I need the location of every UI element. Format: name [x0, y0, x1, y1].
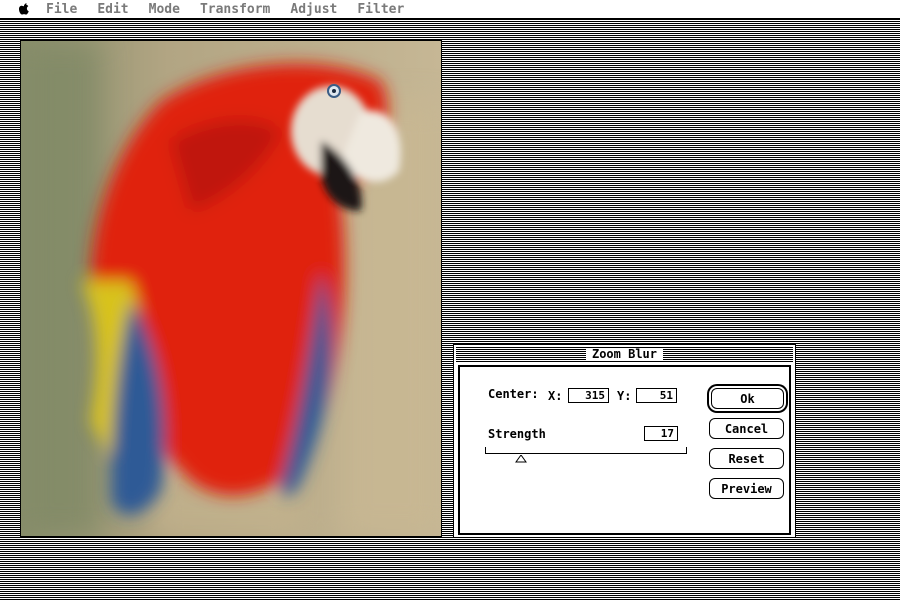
- slider-thumb-icon[interactable]: [515, 455, 527, 463]
- preview-button[interactable]: Preview: [709, 478, 784, 499]
- dialog-titlebar[interactable]: Zoom Blur: [456, 347, 793, 362]
- cancel-button[interactable]: Cancel: [709, 418, 784, 439]
- menu-file[interactable]: File: [46, 2, 77, 17]
- ok-button[interactable]: Ok: [711, 388, 784, 409]
- x-label: X:: [548, 389, 563, 403]
- menu-mode[interactable]: Mode: [149, 2, 180, 17]
- y-input[interactable]: 51: [636, 388, 677, 403]
- menu-adjust[interactable]: Adjust: [290, 2, 337, 17]
- strength-label: Strength: [488, 427, 546, 441]
- document-canvas[interactable]: [20, 40, 442, 537]
- x-input[interactable]: 315: [568, 388, 609, 403]
- menu-bar: File Edit Mode Transform Adjust Filter: [0, 0, 900, 19]
- center-label: Center:: [488, 387, 539, 401]
- menu-transform[interactable]: Transform: [200, 2, 270, 17]
- strength-input[interactable]: 17: [644, 426, 678, 441]
- menu-edit[interactable]: Edit: [97, 2, 128, 17]
- zoom-blur-dialog: Zoom Blur Center: X: 315 Y: 51 Strength …: [453, 344, 796, 538]
- apple-icon[interactable]: [16, 2, 32, 16]
- strength-slider-track[interactable]: [485, 447, 687, 454]
- dialog-title: Zoom Blur: [585, 348, 664, 361]
- menu-filter[interactable]: Filter: [357, 2, 404, 17]
- y-label: Y:: [617, 389, 632, 403]
- reset-button[interactable]: Reset: [709, 448, 784, 469]
- dialog-body: Center: X: 315 Y: 51 Strength 17 Ok Canc…: [458, 365, 791, 535]
- parrot-image: [21, 41, 441, 536]
